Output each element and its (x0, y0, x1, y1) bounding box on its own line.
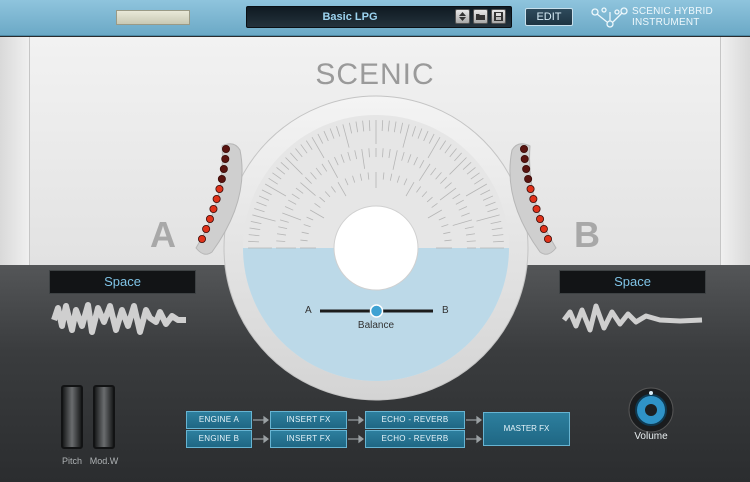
meter-led (532, 204, 541, 213)
balance-knob[interactable] (369, 304, 384, 318)
dial-tick (368, 120, 371, 131)
side-a-label: A (150, 214, 176, 255)
meter-led (217, 174, 226, 183)
modw-label: Mod.W (89, 456, 119, 466)
dial-tick (493, 240, 504, 243)
engine-a-button[interactable]: ENGINE A (186, 411, 252, 429)
echo-reverb-a-button[interactable]: ECHO - REVERB (365, 411, 465, 429)
waveform-b (562, 303, 703, 333)
meter-led (215, 184, 224, 193)
side-b-label: B (574, 214, 600, 255)
dial-center-hub (333, 205, 419, 291)
meter-led (221, 144, 230, 153)
pitch-label: Pitch (61, 456, 82, 466)
waveform-a (51, 302, 186, 335)
meter-led (212, 194, 221, 203)
meter-led (197, 234, 206, 243)
mod-wheel[interactable] (93, 385, 115, 449)
meter-led (536, 214, 545, 223)
volume-label: Volume (634, 431, 668, 442)
meter-led (529, 194, 538, 203)
volume-knob-cap (645, 404, 657, 416)
volume-indicator (649, 391, 653, 395)
pitch-wheel[interactable] (61, 385, 83, 449)
insert-fx-a-button[interactable]: INSERT FX (270, 411, 347, 429)
balance-label-b: B (442, 305, 449, 316)
master-fx-button[interactable]: MASTER FX (483, 412, 570, 446)
meter-led (221, 154, 230, 163)
preset-a-display[interactable]: Space (49, 270, 196, 294)
meter-led (522, 164, 531, 173)
meter-led (202, 224, 211, 233)
dial-tick (248, 240, 259, 243)
meter-led (526, 184, 535, 193)
preset-b-display[interactable]: Space (559, 270, 706, 294)
meter-led (209, 204, 218, 213)
balance-label: Balance (357, 320, 395, 331)
echo-reverb-b-button[interactable]: ECHO - REVERB (365, 430, 465, 448)
meter-led (205, 214, 214, 223)
meter-led (520, 144, 529, 153)
dial-tick (381, 120, 384, 131)
balance-label-a: A (305, 305, 312, 316)
meter-led (539, 224, 548, 233)
engine-b-button[interactable]: ENGINE B (186, 430, 252, 448)
meter-led (524, 174, 533, 183)
meter-led (219, 164, 228, 173)
meter-led (544, 234, 553, 243)
insert-fx-b-button[interactable]: INSERT FX (270, 430, 347, 448)
meter-led (520, 154, 529, 163)
